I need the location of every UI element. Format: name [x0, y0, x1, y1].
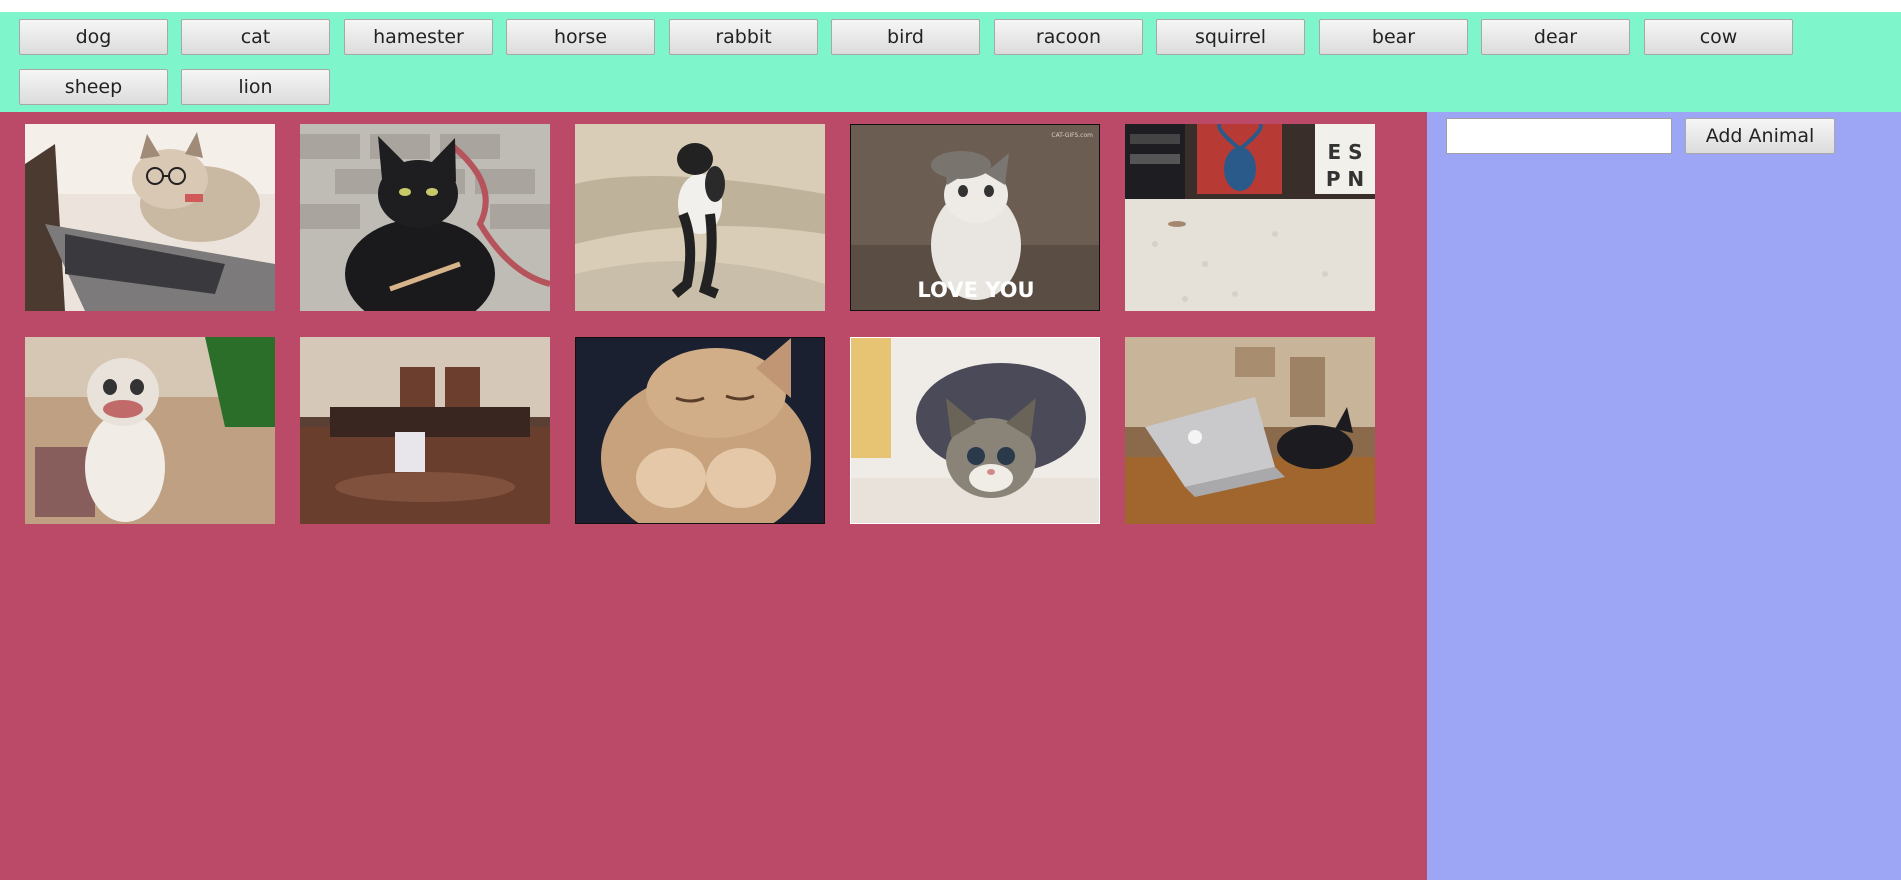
- animal-button-lion[interactable]: lion: [181, 69, 330, 105]
- cat-gif-2[interactable]: [300, 124, 550, 311]
- animal-button-squirrel[interactable]: squirrel: [1156, 19, 1305, 55]
- animal-button-bird[interactable]: bird: [831, 19, 980, 55]
- animal-button-hamester[interactable]: hamester: [344, 19, 493, 55]
- animal-button-cow[interactable]: cow: [1644, 19, 1793, 55]
- animal-name-input[interactable]: [1446, 118, 1672, 154]
- svg-text:E S: E S: [1327, 140, 1362, 164]
- cat-gif-6[interactable]: [25, 337, 275, 524]
- animal-button-dear[interactable]: dear: [1481, 19, 1630, 55]
- cat-gif-9[interactable]: [850, 337, 1100, 524]
- animal-button-racoon[interactable]: racoon: [994, 19, 1143, 55]
- cat-gif-1[interactable]: [25, 124, 275, 311]
- animal-button-horse[interactable]: horse: [506, 19, 655, 55]
- svg-text:LOVE YOU: LOVE YOU: [917, 278, 1034, 302]
- animal-button-cat[interactable]: cat: [181, 19, 330, 55]
- cat-gif-7[interactable]: [300, 337, 550, 524]
- add-animal-panel: Add Animal: [1427, 112, 1901, 880]
- cat-gif-3[interactable]: [575, 124, 825, 311]
- animal-button-bear[interactable]: bear: [1319, 19, 1468, 55]
- animal-button-dog[interactable]: dog: [19, 19, 168, 55]
- cat-gif-4[interactable]: LOVE YOU CAT-GIFS.com: [850, 124, 1100, 311]
- gif-results-area: LOVE YOU CAT-GIFS.com E S P N: [0, 112, 1427, 880]
- svg-text:P N: P N: [1326, 167, 1364, 191]
- add-animal-button[interactable]: Add Animal: [1685, 118, 1835, 154]
- animal-button-bar: dog cat hamester horse rabbit bird racoo…: [0, 12, 1901, 112]
- cat-gif-10[interactable]: [1125, 337, 1375, 524]
- cat-gif-5[interactable]: E S P N: [1125, 124, 1375, 311]
- svg-text:CAT-GIFS.com: CAT-GIFS.com: [1051, 132, 1093, 139]
- animal-button-rabbit[interactable]: rabbit: [669, 19, 818, 55]
- cat-gif-8[interactable]: [575, 337, 825, 524]
- animal-button-sheep[interactable]: sheep: [19, 69, 168, 105]
